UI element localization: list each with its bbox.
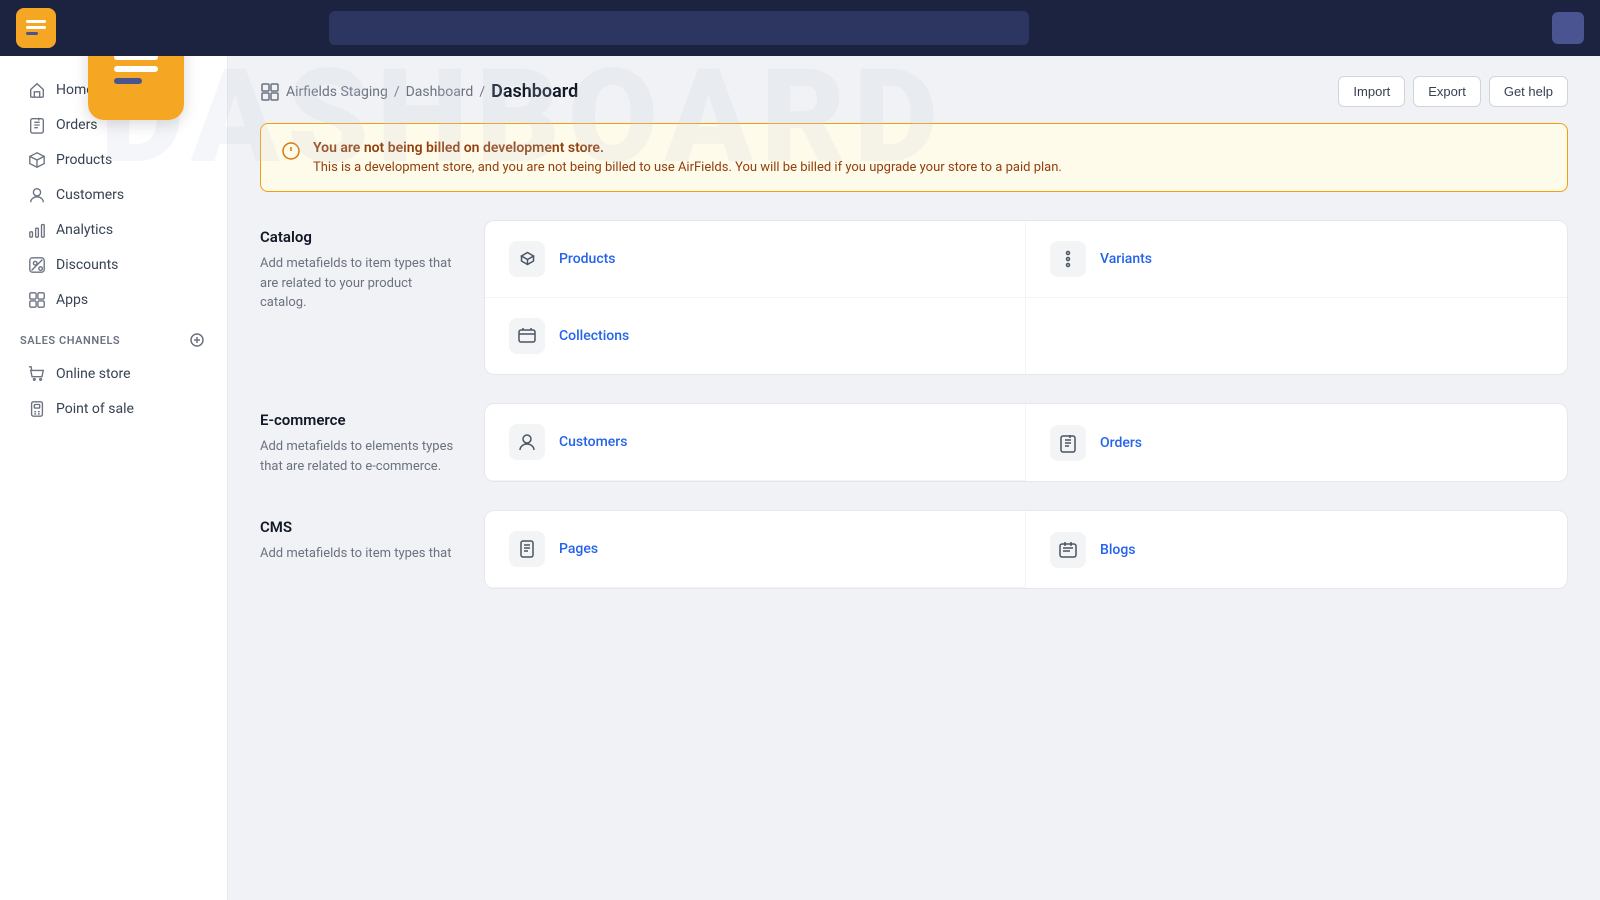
catalog-section: Catalog Add metafields to item types tha…	[260, 220, 1568, 375]
orders-label: Orders	[1100, 435, 1142, 451]
main-content: Airfields Staging / Dashboard / Dashboar…	[228, 56, 1600, 900]
card-blogs[interactable]: Blogs	[1026, 511, 1567, 588]
sidebar: Home Orders Products	[0, 56, 228, 900]
sidebar-item-analytics[interactable]: Analytics	[8, 213, 219, 247]
alert-title: You are not being billed on development …	[313, 140, 1062, 156]
catalog-desc: Add metafields to item types that are re…	[260, 254, 460, 313]
catalog-info: Catalog Add metafields to item types tha…	[260, 220, 460, 375]
add-sales-channel-button[interactable]	[187, 330, 207, 350]
variants-icon	[1050, 241, 1086, 277]
blogs-icon	[1050, 532, 1086, 568]
ecommerce-cards: Customers Orders	[484, 403, 1568, 482]
card-pages[interactable]: Pages	[485, 511, 1026, 588]
export-button[interactable]: Export	[1413, 76, 1481, 107]
variants-label: Variants	[1100, 251, 1152, 267]
sidebar-item-products[interactable]: Products	[8, 143, 219, 177]
products-icon	[509, 241, 545, 277]
card-products[interactable]: Products	[485, 221, 1026, 298]
layout: Home Orders Products	[0, 0, 1600, 900]
sales-channels-title: SALES CHANNELS	[0, 318, 227, 356]
products-label: Products	[559, 251, 616, 267]
alert-text: This is a development store, and you are…	[313, 160, 1062, 175]
ecommerce-desc: Add metafields to elements types that ar…	[260, 437, 460, 476]
card-collections[interactable]: Collections	[485, 298, 1026, 374]
card-orders[interactable]: Orders	[1026, 404, 1567, 481]
breadcrumb-current: Dashboard	[491, 81, 578, 102]
ecommerce-info: E-commerce Add metafields to elements ty…	[260, 403, 460, 482]
pages-icon	[509, 531, 545, 567]
collections-label: Collections	[559, 328, 629, 344]
customers-icon	[509, 424, 545, 460]
breadcrumb-actions: Import Export Get help	[1338, 76, 1568, 107]
topbar-logo	[16, 8, 56, 48]
card-customers[interactable]: Customers	[485, 404, 1026, 481]
ecommerce-section: E-commerce Add metafields to elements ty…	[260, 403, 1568, 482]
card-variants[interactable]: Variants	[1026, 221, 1567, 298]
sidebar-item-point-of-sale[interactable]: Point of sale	[8, 392, 219, 426]
breadcrumb: Airfields Staging / Dashboard / Dashboar…	[260, 76, 1568, 107]
breadcrumb-parent[interactable]: Dashboard	[406, 84, 474, 100]
catalog-cards-grid: Products Variants	[485, 221, 1567, 374]
cms-desc: Add metafields to item types that	[260, 544, 460, 564]
help-button[interactable]: Get help	[1489, 76, 1568, 107]
blogs-label: Blogs	[1100, 542, 1136, 558]
sidebar-item-online-store[interactable]: Online store	[8, 357, 219, 391]
cms-info: CMS Add metafields to item types that	[260, 510, 460, 589]
sidebar-item-apps[interactable]: Apps	[8, 283, 219, 317]
cms-title: CMS	[260, 518, 460, 536]
pages-label: Pages	[559, 541, 598, 557]
user-avatar[interactable]	[1552, 12, 1584, 44]
import-button[interactable]: Import	[1338, 76, 1405, 107]
sidebar-item-discounts[interactable]: Discounts	[8, 248, 219, 282]
cms-section: CMS Add metafields to item types that Pa…	[260, 510, 1568, 589]
ecommerce-cards-grid: Customers Orders	[485, 404, 1567, 481]
sidebar-item-customers[interactable]: Customers	[8, 178, 219, 212]
orders-icon	[1050, 425, 1086, 461]
catalog-cards: Products Variants	[484, 220, 1568, 375]
customers-label: Customers	[559, 434, 627, 450]
ecommerce-title: E-commerce	[260, 411, 460, 429]
breadcrumb-store[interactable]: Airfields Staging	[286, 84, 388, 100]
cms-cards: Pages Blogs	[484, 510, 1568, 589]
alert-banner: You are not being billed on development …	[260, 123, 1568, 192]
collections-icon	[509, 318, 545, 354]
search-bar[interactable]	[329, 11, 1029, 45]
top-bar	[0, 0, 1600, 56]
catalog-title: Catalog	[260, 228, 460, 246]
cms-cards-grid: Pages Blogs	[485, 511, 1567, 588]
alert-content: You are not being billed on development …	[313, 140, 1062, 175]
